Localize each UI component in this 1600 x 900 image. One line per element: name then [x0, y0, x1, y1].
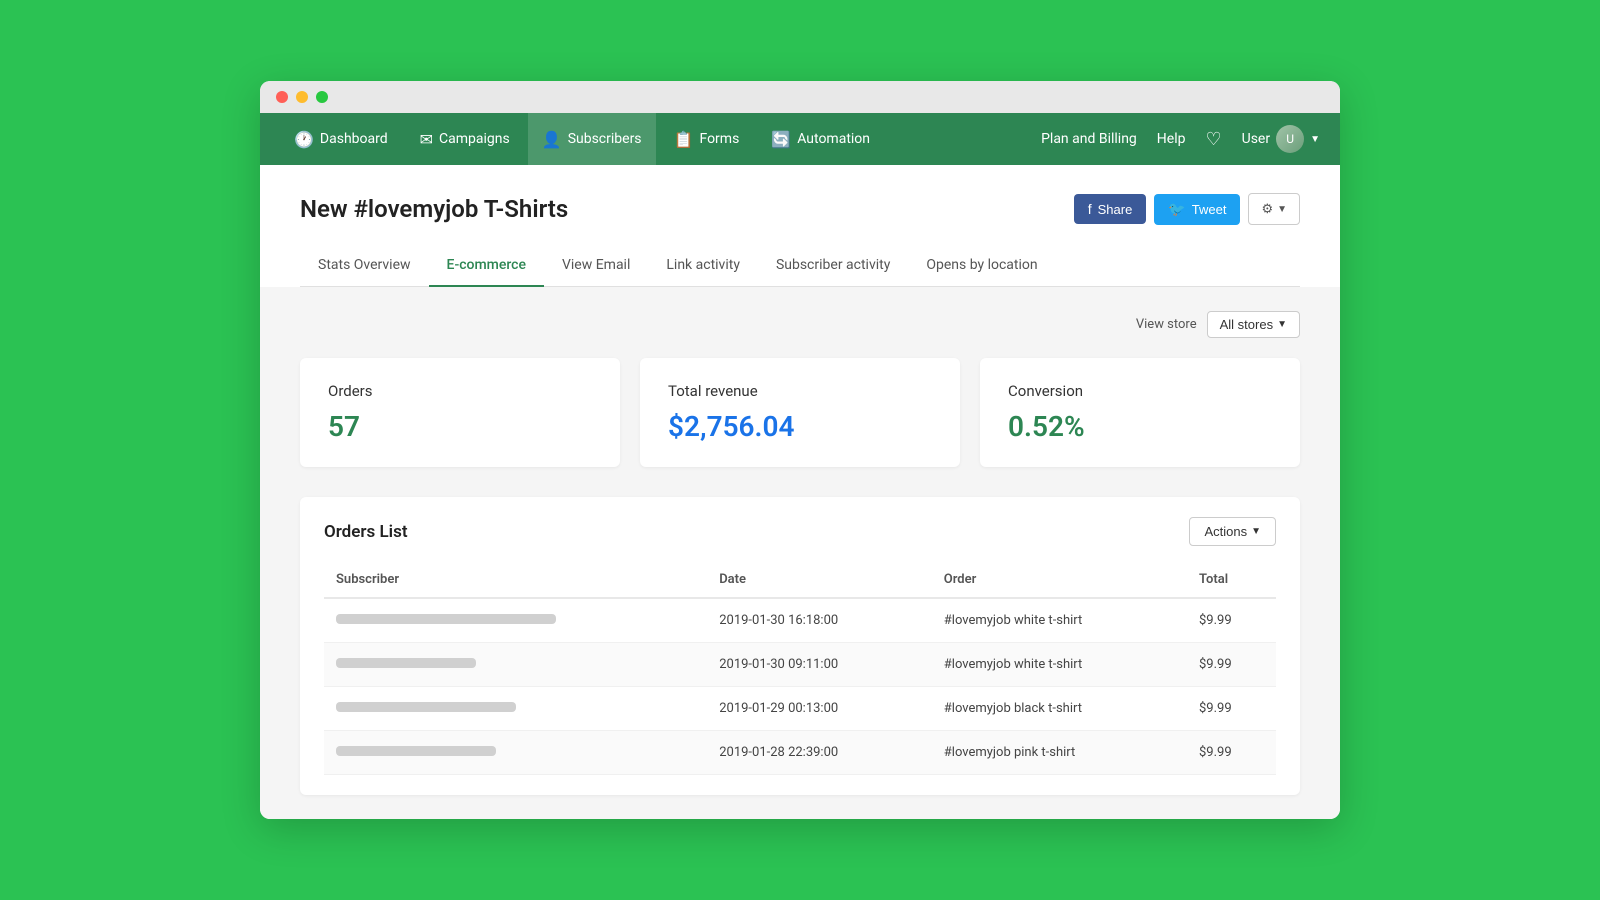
table-header-row: Subscriber Date Order Total	[324, 562, 1276, 598]
order-cell: #lovemyjob black t-shirt	[932, 687, 1187, 731]
nav-label-forms: Forms	[699, 131, 739, 147]
nav-label-automation: Automation	[797, 131, 870, 147]
nav-label-dashboard: Dashboard	[320, 131, 388, 147]
tab-view-email[interactable]: View Email	[544, 245, 648, 287]
revenue-value: $2,756.04	[668, 410, 932, 443]
order-cell: #lovemyjob pink t-shirt	[932, 731, 1187, 775]
nav-item-subscribers[interactable]: 👤 Subscribers	[528, 113, 656, 165]
campaigns-icon: ✉	[420, 130, 433, 149]
user-menu[interactable]: User U ▼	[1242, 125, 1320, 153]
help-link[interactable]: Help	[1157, 131, 1186, 147]
tab-subscriber-activity[interactable]: Subscriber activity	[758, 245, 908, 287]
main-content: New #lovemyjob T-Shirts f Share 🐦 Tweet …	[260, 165, 1340, 287]
avatar: U	[1276, 125, 1304, 153]
subscriber-cell	[324, 643, 707, 687]
date-cell: 2019-01-28 22:39:00	[707, 731, 932, 775]
nav-left: 🕐 Dashboard ✉ Campaigns 👤 Subscribers 📋 …	[280, 113, 1041, 165]
stat-card-orders: Orders 57	[300, 358, 620, 467]
browser-window: 🕐 Dashboard ✉ Campaigns 👤 Subscribers 📋 …	[260, 81, 1340, 819]
nav-label-subscribers: Subscribers	[568, 131, 642, 147]
table-row[interactable]: 2019-01-29 00:13:00#lovemyjob black t-sh…	[324, 687, 1276, 731]
settings-dropdown-arrow: ▼	[1277, 204, 1287, 215]
stat-cards: Orders 57 Total revenue $2,756.04 Conver…	[300, 358, 1300, 467]
gear-icon: ⚙	[1261, 201, 1273, 217]
traffic-light-green[interactable]	[316, 91, 328, 103]
browser-chrome	[260, 81, 1340, 113]
date-cell: 2019-01-30 09:11:00	[707, 643, 932, 687]
date-cell: 2019-01-29 00:13:00	[707, 687, 932, 731]
revenue-label: Total revenue	[668, 382, 932, 400]
orders-label: Orders	[328, 382, 592, 400]
nav-item-campaigns[interactable]: ✉ Campaigns	[406, 113, 524, 165]
tweet-button[interactable]: 🐦 Tweet	[1154, 194, 1240, 225]
tab-opens-by-location[interactable]: Opens by location	[908, 245, 1055, 287]
orders-list-title: Orders List	[324, 522, 408, 542]
total-cell: $9.99	[1187, 643, 1276, 687]
user-label: User	[1242, 131, 1270, 147]
chevron-down-icon: ▼	[1310, 134, 1320, 145]
table-row[interactable]: 2019-01-28 22:39:00#lovemyjob pink t-shi…	[324, 731, 1276, 775]
total-cell: $9.99	[1187, 687, 1276, 731]
col-header-total: Total	[1187, 562, 1276, 598]
header-actions: f Share 🐦 Tweet ⚙ ▼	[1074, 193, 1300, 225]
nav-bar: 🕐 Dashboard ✉ Campaigns 👤 Subscribers 📋 …	[260, 113, 1340, 165]
tab-link-activity[interactable]: Link activity	[648, 245, 758, 287]
forms-icon: 📋	[674, 130, 694, 149]
order-cell: #lovemyjob white t-shirt	[932, 643, 1187, 687]
stat-card-conversion: Conversion 0.52%	[980, 358, 1300, 467]
tabs: Stats Overview E-commerce View Email Lin…	[300, 245, 1300, 287]
subscriber-cell	[324, 731, 707, 775]
order-cell: #lovemyjob white t-shirt	[932, 598, 1187, 643]
nav-item-dashboard[interactable]: 🕐 Dashboard	[280, 113, 402, 165]
dashboard-icon: 🕐	[294, 130, 314, 149]
nav-item-automation[interactable]: 🔄 Automation	[757, 113, 884, 165]
date-cell: 2019-01-30 16:18:00	[707, 598, 932, 643]
facebook-icon: f	[1088, 201, 1092, 217]
section-body: View store All stores ▼ Orders 57 Total …	[260, 287, 1340, 819]
conversion-label: Conversion	[1008, 382, 1272, 400]
view-store-label: View store	[1136, 317, 1197, 332]
stat-card-revenue: Total revenue $2,756.04	[640, 358, 960, 467]
orders-header: Orders List Actions ▼	[324, 517, 1276, 546]
traffic-light-red[interactable]	[276, 91, 288, 103]
conversion-value: 0.52%	[1008, 410, 1272, 443]
orders-value: 57	[328, 410, 592, 443]
subscriber-cell	[324, 598, 707, 643]
total-cell: $9.99	[1187, 598, 1276, 643]
table-row[interactable]: 2019-01-30 16:18:00#lovemyjob white t-sh…	[324, 598, 1276, 643]
tab-stats-overview[interactable]: Stats Overview	[300, 245, 429, 287]
tab-e-commerce[interactable]: E-commerce	[429, 245, 544, 287]
orders-section: Orders List Actions ▼ Subscriber Date Or…	[300, 497, 1300, 795]
col-header-subscriber: Subscriber	[324, 562, 707, 598]
page-header: New #lovemyjob T-Shirts f Share 🐦 Tweet …	[300, 193, 1300, 225]
plan-billing-link[interactable]: Plan and Billing	[1041, 131, 1137, 147]
all-stores-dropdown[interactable]: All stores ▼	[1207, 311, 1300, 338]
store-bar: View store All stores ▼	[300, 311, 1300, 338]
page-title: New #lovemyjob T-Shirts	[300, 195, 568, 223]
actions-dropdown-button[interactable]: Actions ▼	[1189, 517, 1276, 546]
nav-item-forms[interactable]: 📋 Forms	[660, 113, 754, 165]
col-header-date: Date	[707, 562, 932, 598]
orders-table: Subscriber Date Order Total 2019-01-30 1…	[324, 562, 1276, 775]
col-header-order: Order	[932, 562, 1187, 598]
nav-right: Plan and Billing Help ♡ User U ▼	[1041, 125, 1320, 153]
traffic-light-yellow[interactable]	[296, 91, 308, 103]
total-cell: $9.99	[1187, 731, 1276, 775]
subscriber-cell	[324, 687, 707, 731]
share-button[interactable]: f Share	[1074, 194, 1147, 224]
nav-label-campaigns: Campaigns	[439, 131, 510, 147]
table-row[interactable]: 2019-01-30 09:11:00#lovemyjob white t-sh…	[324, 643, 1276, 687]
subscribers-icon: 👤	[542, 130, 562, 149]
chevron-down-icon: ▼	[1251, 526, 1261, 537]
automation-icon: 🔄	[771, 130, 791, 149]
twitter-icon: 🐦	[1168, 201, 1185, 218]
settings-button[interactable]: ⚙ ▼	[1248, 193, 1300, 225]
chevron-down-icon: ▼	[1277, 319, 1287, 330]
heart-icon[interactable]: ♡	[1205, 129, 1221, 150]
